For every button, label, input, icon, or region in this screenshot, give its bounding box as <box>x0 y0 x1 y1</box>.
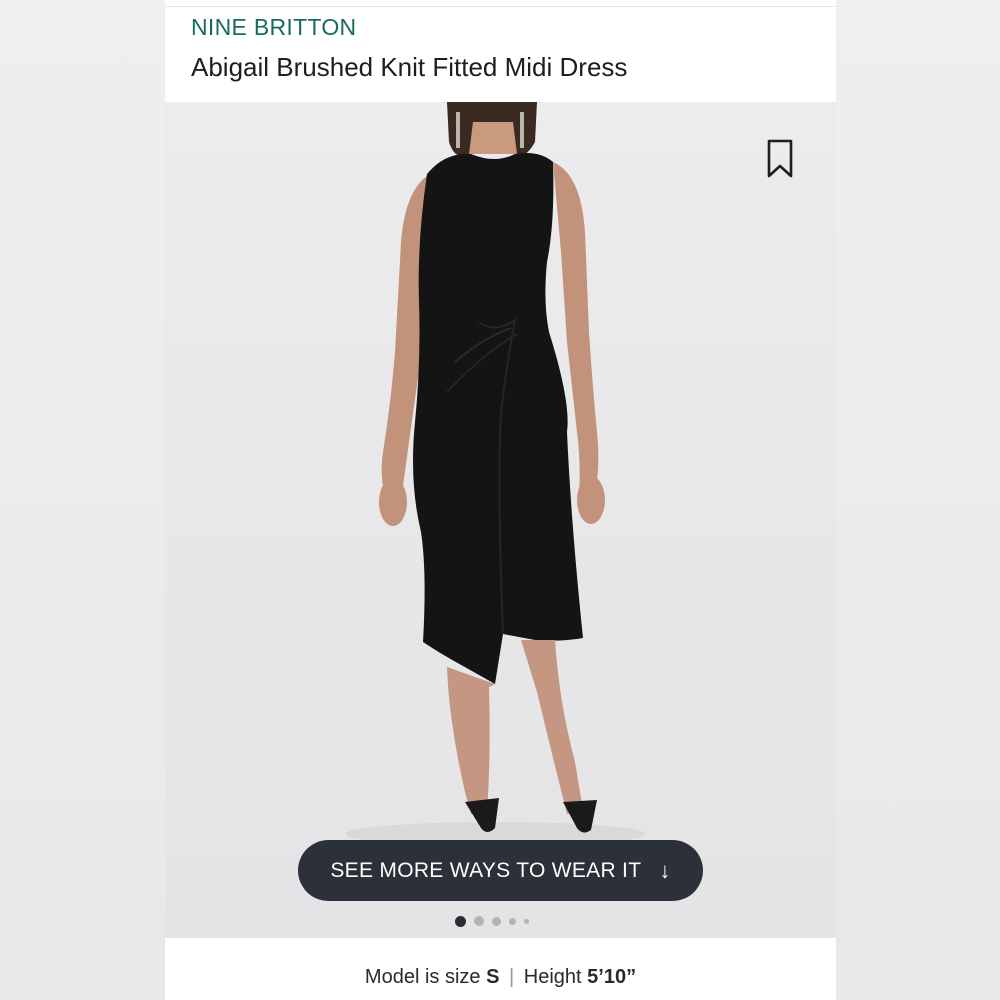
bookmark-icon[interactable] <box>763 138 797 180</box>
model-size-value: S <box>486 966 500 988</box>
see-more-ways-label: SEE MORE WAYS TO WEAR IT <box>330 858 642 882</box>
see-more-ways-button[interactable]: SEE MORE WAYS TO WEAR IT ↓ <box>298 840 703 901</box>
pagination-dot[interactable] <box>524 918 529 924</box>
separator: | <box>509 966 515 988</box>
backdrop-right <box>836 0 1000 1000</box>
model-size-label: Model is size <box>364 966 481 988</box>
height-value: 5’10” <box>587 966 637 988</box>
pagination-dot[interactable] <box>509 917 516 925</box>
backdrop-left <box>0 0 165 1000</box>
product-card: NINE BRITTON Abigail Brushed Knit Fitted… <box>165 0 836 1000</box>
product-title: Abigail Brushed Knit Fitted Midi Dress <box>191 52 628 82</box>
product-photo <box>345 102 645 846</box>
product-image-gallery[interactable]: SEE MORE WAYS TO WEAR IT ↓ <box>165 102 836 938</box>
pagination-dot[interactable] <box>474 916 484 926</box>
image-pagination[interactable] <box>455 914 545 928</box>
arrow-down-icon: ↓ <box>659 857 671 883</box>
pagination-dot[interactable] <box>492 916 501 926</box>
brand-name[interactable]: NINE BRITTON <box>191 14 356 41</box>
model-fit-info: Model is size S | Height 5’10” <box>165 966 836 989</box>
pagination-dot[interactable] <box>455 915 466 927</box>
divider <box>165 6 836 7</box>
height-label: Height <box>523 966 582 988</box>
